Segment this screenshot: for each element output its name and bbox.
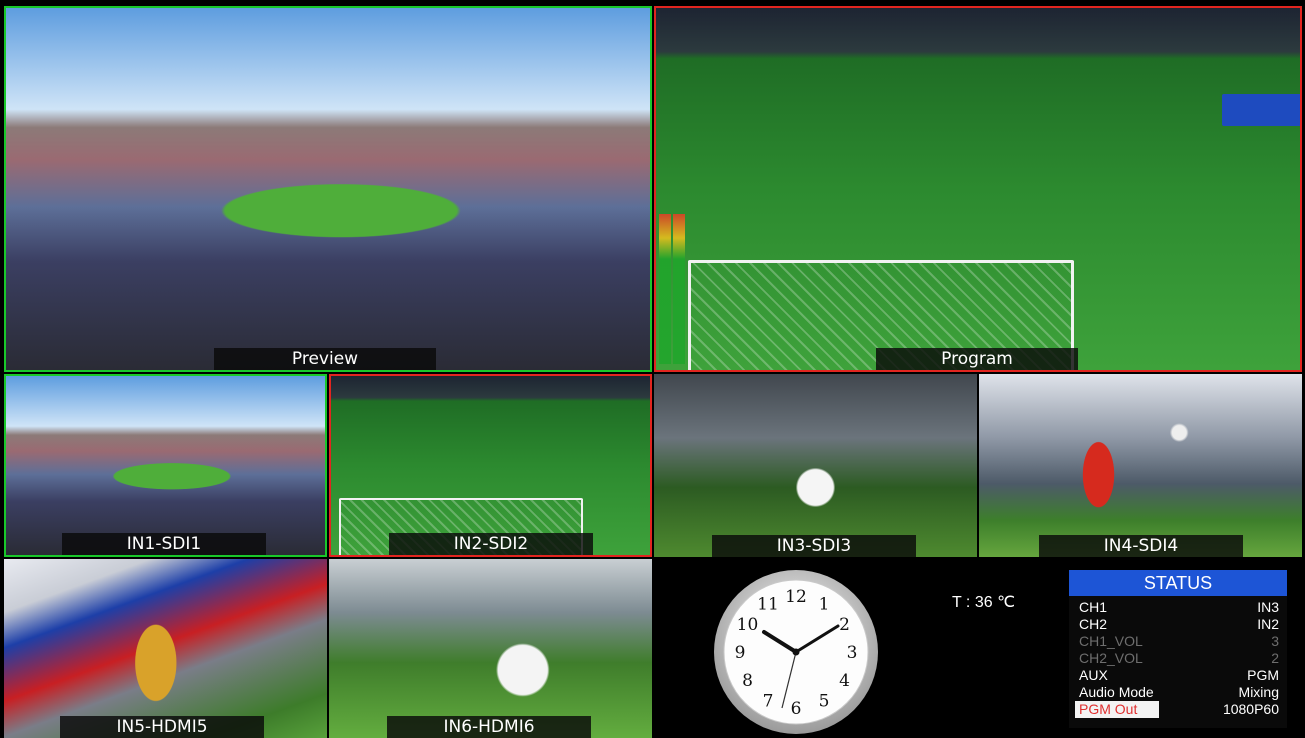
input-tile-6[interactable]: IN6-HDMI6 [329, 559, 652, 738]
status-row-ch1: CH1 IN3 [1069, 599, 1287, 616]
clock-numeral: 7 [763, 691, 774, 711]
preview-label: Preview [214, 348, 436, 370]
status-value: 2 [1271, 650, 1279, 666]
status-key: CH2_VOL [1079, 650, 1143, 666]
status-key: CH1 [1079, 599, 1108, 615]
status-row-pgm-out[interactable]: PGM Out 1080P60 [1069, 701, 1287, 718]
status-key: Audio Mode [1079, 684, 1154, 700]
clock-numeral: 8 [742, 671, 753, 691]
status-key: CH1_VOL [1079, 633, 1143, 649]
preview-video [6, 8, 650, 370]
input-6-label: IN6-HDMI6 [387, 716, 591, 738]
clock-numeral: 4 [839, 671, 850, 691]
input-6-video [329, 559, 652, 738]
status-value: 3 [1271, 633, 1279, 649]
input-2-video [331, 376, 650, 555]
input-3-video [654, 374, 977, 557]
status-key: CH2 [1079, 616, 1108, 632]
input-1-video [6, 376, 325, 555]
status-row-ch1-vol: CH1_VOL 3 [1069, 633, 1287, 650]
status-value: 1080P60 [1222, 701, 1279, 717]
input-1-label: IN1-SDI1 [62, 533, 266, 555]
clock-numeral: 3 [847, 643, 858, 663]
clock-numeral: 2 [839, 615, 850, 635]
audio-meter-left [659, 214, 671, 364]
program-video [656, 8, 1300, 370]
status-value: PGM [1247, 667, 1279, 683]
preview-window[interactable]: Preview [4, 6, 652, 372]
input-tile-3[interactable]: IN3-SDI3 [654, 374, 977, 557]
input-5-label: IN5-HDMI5 [60, 716, 264, 738]
clock-numeral: 5 [819, 691, 830, 711]
temperature-readout: T : 36 ℃ [952, 594, 1016, 611]
status-row-ch2-vol: CH2_VOL 2 [1069, 650, 1287, 667]
clock-numeral: 10 [737, 615, 759, 635]
input-tile-4[interactable]: IN4-SDI4 [979, 374, 1302, 557]
status-value: Mixing [1238, 684, 1279, 700]
input-2-label: IN2-SDI2 [389, 533, 593, 555]
input-tile-2[interactable]: IN2-SDI2 [329, 374, 652, 557]
audio-meter-right [673, 214, 685, 364]
analog-clock: 12 12 3 45678 9 1011 [714, 570, 878, 734]
clock-numeral: 12 [785, 587, 807, 607]
status-key: AUX [1079, 667, 1108, 683]
clock-numeral: 1 [819, 595, 830, 615]
program-window[interactable]: Program [654, 6, 1302, 372]
status-title: STATUS [1069, 570, 1287, 596]
clock-numeral: 9 [735, 643, 746, 663]
audio-level-meter [659, 214, 685, 364]
program-label: Program [876, 348, 1078, 370]
status-panel: STATUS CH1 IN3 CH2 IN2 CH1_VOL 3 CH2_VOL… [1069, 570, 1287, 728]
input-4-label: IN4-SDI4 [1039, 535, 1243, 557]
ad-board [1222, 94, 1300, 126]
input-tile-1[interactable]: IN1-SDI1 [4, 374, 327, 557]
clock-numeral: 6 [791, 699, 802, 719]
input-tile-5[interactable]: IN5-HDMI5 [4, 559, 327, 738]
status-row-aux: AUX PGM [1069, 667, 1287, 684]
input-4-video [979, 374, 1302, 557]
input-5-video [4, 559, 327, 738]
clock-center [792, 648, 800, 656]
input-3-label: IN3-SDI3 [712, 535, 916, 557]
status-row-audio-mode: Audio Mode Mixing [1069, 684, 1287, 701]
status-value: IN2 [1257, 616, 1279, 632]
status-row-ch2: CH2 IN2 [1069, 616, 1287, 633]
status-value: IN3 [1257, 599, 1279, 615]
clock-numeral: 11 [757, 595, 779, 615]
status-key-selected[interactable]: PGM Out [1075, 701, 1160, 718]
